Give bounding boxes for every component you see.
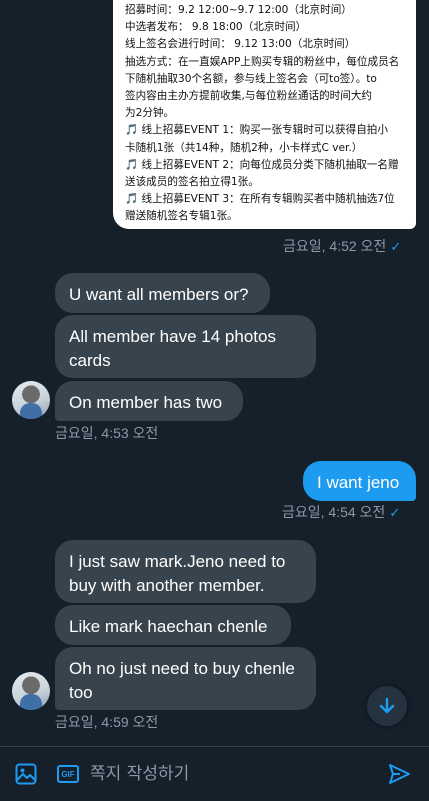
send-button[interactable] — [387, 762, 411, 791]
image-text-line: 签内容由主办方提前收集,与每位粉丝通话的时间大约 — [125, 90, 373, 103]
shared-image-message[interactable]: 招募时间：9.2 12:00~9.7 12:00（北京时间） 中选者发布： 9.8… — [113, 0, 416, 229]
send-icon — [389, 764, 410, 784]
image-text-line: 🎵 线上招募EVENT 3：在所有专辑购买者中随机抽选7位 — [125, 193, 395, 206]
avatar[interactable] — [12, 672, 50, 710]
message-composer: GIF — [0, 746, 429, 801]
image-text-line: 赠送随机签名专辑1张。 — [125, 210, 238, 223]
image-text-line: 下随机抽取30个名额，参与线上签名会（可to签）。to — [125, 72, 377, 85]
message-timestamp: 금요일, 4:59 오전 — [55, 714, 159, 730]
message-timestamp: 금요일, 4:53 오전 — [55, 425, 159, 441]
incoming-message[interactable]: All member have 14 photos cards — [55, 315, 316, 378]
scroll-down-button[interactable] — [367, 686, 407, 726]
read-check-icon: ✓ — [389, 505, 401, 520]
image-icon — [15, 763, 37, 785]
image-text-line: 线上签名会进行时间： 9.12 13:00（北京时间） — [125, 38, 356, 51]
add-image-button[interactable] — [15, 763, 37, 790]
image-text-line: 为2分钟。 — [125, 107, 175, 120]
message-text: Oh no just need to buy chenle too — [69, 659, 295, 702]
message-input[interactable] — [88, 753, 360, 795]
message-text: Like mark haechan chenle — [69, 617, 268, 636]
incoming-message[interactable]: Like mark haechan chenle — [55, 605, 291, 645]
image-text-line: 抽选方式：在一直娱APP上购买专辑的粉丝中，每位成员名 — [125, 55, 400, 68]
message-timestamp: 금요일, 4:52 오전 ✓ — [283, 238, 402, 254]
incoming-message[interactable]: On member has two — [55, 381, 243, 421]
outgoing-message[interactable]: I want jeno — [303, 461, 416, 501]
image-text-line: 送该成员的签名拍立得1张。 — [125, 176, 259, 189]
arrow-down-icon — [379, 697, 395, 714]
message-text: I just saw mark.Jeno need to buy with an… — [69, 552, 286, 595]
message-text: U want all members or? — [69, 285, 249, 304]
image-text-line: 🎵 线上招募EVENT 2：向每位成员分类下随机抽取一名赠 — [125, 158, 399, 171]
message-text: On member has two — [69, 393, 223, 412]
incoming-message[interactable]: U want all members or? — [55, 273, 270, 313]
avatar[interactable] — [12, 381, 50, 419]
image-text-line: 🎵 线上招募EVENT 1：购买一张专辑时可以获得自拍小 — [125, 124, 388, 137]
gif-icon: GIF — [57, 765, 79, 783]
image-text-line: 卡随机1张（共14种，随机2种，小卡样式C ver.） — [125, 141, 363, 154]
image-text-line: 中选者发布： 9.8 18:00（北京时间） — [125, 21, 307, 34]
add-gif-button[interactable]: GIF — [57, 765, 79, 783]
incoming-message[interactable]: I just saw mark.Jeno need to buy with an… — [55, 540, 316, 603]
message-text: All member have 14 photos cards — [69, 327, 276, 370]
message-text: I want jeno — [317, 473, 400, 492]
shared-image-text: 招募时间：9.2 12:00~9.7 12:00（北京时间） 中选者发布： 9.8… — [125, 2, 408, 226]
message-timestamp: 금요일, 4:54 오전 ✓ — [282, 504, 401, 520]
read-check-icon: ✓ — [390, 239, 402, 254]
incoming-message[interactable]: Oh no just need to buy chenle too — [55, 647, 316, 710]
image-text-line: 招募时间：9.2 12:00~9.7 12:00（北京时间） — [125, 4, 352, 16]
